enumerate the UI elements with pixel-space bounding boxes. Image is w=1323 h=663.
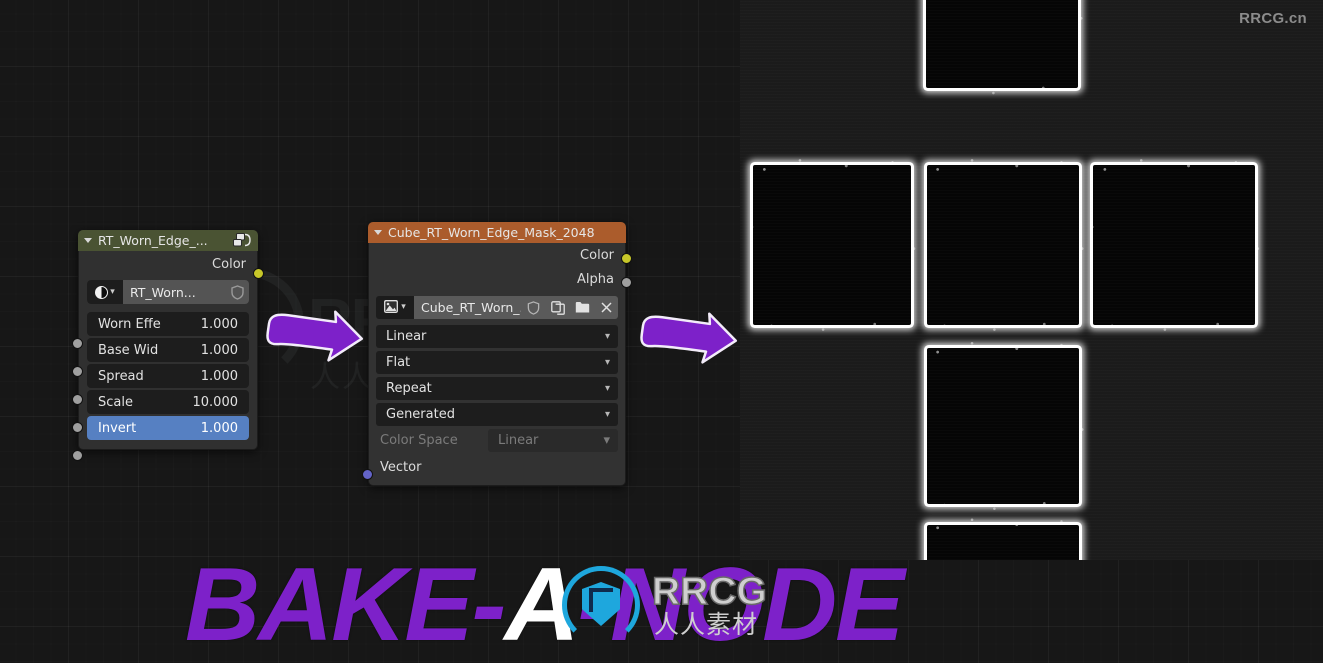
output-label-color: Color	[580, 247, 614, 263]
unlink-image-button[interactable]	[594, 296, 618, 319]
dropdown-value: Flat	[386, 355, 411, 370]
prop-value: 10.000	[192, 394, 239, 410]
node-image-texture[interactable]: Cube_RT_Worn_Edge_Mask_2048 Color Alpha	[362, 222, 632, 486]
prop-label: Invert	[98, 420, 137, 436]
input-socket-scale[interactable]	[72, 422, 83, 433]
dropdown-value: Linear	[386, 329, 427, 344]
node-header-image-texture[interactable]: Cube_RT_Worn_Edge_Mask_2048	[368, 222, 626, 243]
top-right-watermark: RRCG.cn	[1239, 10, 1307, 27]
color-space-value: Linear	[498, 433, 539, 448]
node-body-rt-worn-edge: Color ▾ RT_Worn... Worn Effe 1.000 Base …	[78, 251, 258, 450]
chevron-down-icon: ▾	[604, 383, 610, 394]
prop-row-scale[interactable]: Scale 10.000	[87, 390, 249, 414]
input-socket-spread[interactable]	[72, 394, 83, 405]
image-datablock-row[interactable]: ▾ Cube_RT_Worn_...	[376, 296, 618, 319]
shield-icon	[527, 300, 540, 315]
open-image-button[interactable]	[570, 296, 594, 319]
uv-face-left	[743, 155, 921, 335]
output-label-color: Color	[212, 256, 246, 272]
chevron-down-icon: ▾	[401, 302, 406, 312]
color-space-dropdown: Linear ▾	[488, 429, 618, 452]
dropdown-projection[interactable]: Flat ▾	[376, 351, 618, 374]
input-socket-vector[interactable]	[362, 469, 373, 480]
output-socket-color[interactable]	[253, 268, 264, 279]
chevron-down-icon: ▾	[603, 433, 610, 448]
node-header-rt-worn-edge[interactable]: RT_Worn_Edge_...	[78, 230, 258, 251]
dropdown-value: Repeat	[386, 381, 432, 396]
prop-row-spread[interactable]: Spread 1.000	[87, 364, 249, 388]
prop-row-worn-effect[interactable]: Worn Effe 1.000	[87, 312, 249, 336]
prop-label: Scale	[98, 394, 133, 410]
image-name-field[interactable]: Cube_RT_Worn_...	[414, 296, 521, 319]
chevron-down-icon: ▾	[604, 331, 610, 342]
uv-face-right	[1083, 155, 1265, 335]
input-socket-invert[interactable]	[72, 450, 83, 461]
prop-value: 1.000	[200, 368, 238, 384]
dropdown-value: Generated	[386, 407, 455, 422]
color-space-label: Color Space	[380, 433, 458, 448]
dropdown-source[interactable]: Generated ▾	[376, 403, 618, 426]
input-socket-base-width[interactable]	[72, 366, 83, 377]
chevron-down-icon: ▾	[110, 286, 115, 297]
prop-row-base-width[interactable]: Base Wid 1.000	[87, 338, 249, 362]
collapse-triangle-icon[interactable]	[84, 238, 92, 243]
prop-value: 1.000	[200, 342, 238, 358]
dropdown-extension[interactable]: Repeat ▾	[376, 377, 618, 400]
arrow-texture-to-result	[632, 310, 744, 394]
output-label-alpha: Alpha	[577, 271, 614, 287]
image-icon	[384, 298, 399, 317]
prop-value: 1.000	[200, 420, 238, 436]
uv-face-top	[916, 0, 1088, 98]
input-socket-worn-effect[interactable]	[72, 338, 83, 349]
collapse-triangle-icon[interactable]	[374, 230, 382, 235]
folder-icon	[575, 302, 589, 313]
fake-user-button[interactable]	[521, 296, 546, 319]
prop-row-invert[interactable]: Invert 1.000	[87, 416, 249, 440]
input-label-vector: Vector	[380, 459, 422, 475]
prop-label: Spread	[98, 368, 144, 384]
input-row-vector: Vector	[369, 455, 625, 479]
output-socket-color[interactable]	[621, 253, 632, 264]
prop-label: Worn Effe	[98, 316, 161, 332]
fake-user-button[interactable]	[225, 280, 249, 304]
uv-face-bottom	[917, 338, 1089, 514]
close-icon	[600, 302, 612, 313]
node-rt-worn-edge-group[interactable]: RT_Worn_Edge_... Color ▾ RT_Worn... Worn…	[72, 230, 264, 461]
color-space-row: Color Space Linear ▾	[376, 429, 618, 452]
dropdown-interpolation[interactable]: Linear ▾	[376, 325, 618, 348]
new-image-button[interactable]	[546, 296, 570, 319]
node-editor-screenshot: RRCG 人人素材 RRCG.cn RT_Worn_Edge_...	[0, 0, 1323, 663]
output-socket-alpha[interactable]	[621, 277, 632, 288]
node-group-icon	[232, 233, 252, 251]
arrow-group-to-texture	[258, 306, 370, 396]
node-title: RT_Worn_Edge_...	[98, 233, 208, 248]
prop-label: Base Wid	[98, 342, 159, 358]
uv-bake-preview	[740, 0, 1323, 560]
node-group-datablock-row[interactable]: ▾ RT_Worn...	[87, 280, 249, 304]
node-group-datablock-selector[interactable]: ▾	[87, 280, 123, 304]
node-group-name-field[interactable]: RT_Worn...	[123, 280, 225, 304]
shield-icon	[230, 284, 244, 300]
uv-face-front	[917, 155, 1089, 335]
copy-icon	[551, 300, 565, 315]
chevron-down-icon: ▾	[604, 357, 610, 368]
output-row-color: Color	[79, 251, 257, 277]
prop-value: 1.000	[200, 316, 238, 332]
node-body-image-texture: Color Alpha ▾ Cube_RT_Worn_... Linear ▾ …	[368, 243, 626, 486]
node-title: Cube_RT_Worn_Edge_Mask_2048	[388, 225, 595, 240]
chevron-down-icon: ▾	[604, 409, 610, 420]
node-group-icon	[95, 285, 109, 299]
output-row-alpha: Alpha	[369, 267, 625, 291]
uv-face-back	[917, 515, 1089, 560]
image-datablock-selector[interactable]: ▾	[376, 296, 414, 319]
output-row-color: Color	[369, 243, 625, 267]
